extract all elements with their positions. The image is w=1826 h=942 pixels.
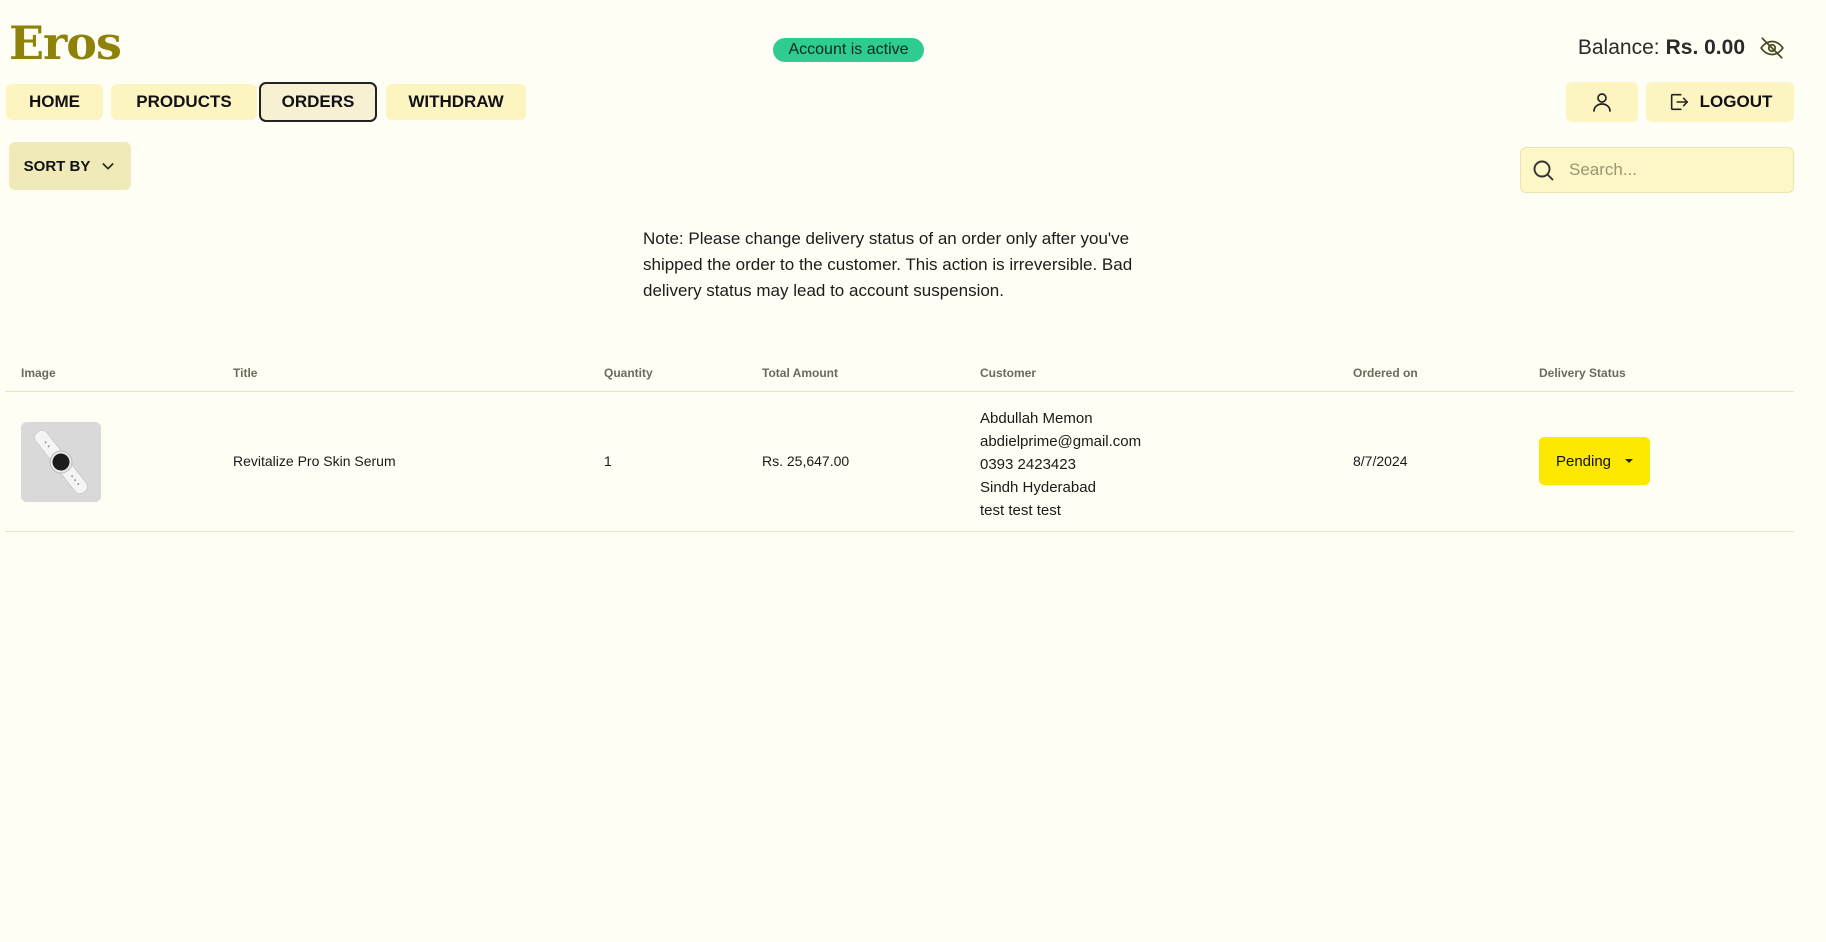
caret-down-icon [1625, 459, 1634, 463]
delivery-status-value: Pending [1555, 452, 1612, 470]
header-title: Title [233, 366, 258, 380]
balance-amount: Rs. 0.00 [1665, 36, 1745, 59]
sort-by-button[interactable]: SORT BY [9, 142, 131, 190]
header-image: Image [21, 366, 56, 380]
header-ordered-on: Ordered on [1353, 366, 1418, 380]
order-quantity: 1 [604, 453, 612, 469]
header-delivery-status: Delivery Status [1539, 366, 1626, 380]
header-customer: Customer [980, 366, 1037, 380]
eye-off-icon[interactable] [1759, 35, 1785, 61]
nav-orders-button[interactable]: ORDERS [259, 82, 377, 122]
order-total: Rs. 25,647.00 [762, 453, 850, 469]
chevron-down-icon [102, 163, 114, 170]
customer-location: Sindh Hyderabad [980, 479, 1096, 496]
customer-address: test test test [980, 502, 1061, 519]
balance-display: Balance: Rs. 0.00 [1578, 35, 1785, 61]
watch-icon [21, 422, 101, 502]
balance-label: Balance: [1577, 36, 1660, 59]
customer-phone: 0393 2423423 [980, 456, 1076, 473]
logout-button[interactable]: LOGOUT [1646, 82, 1794, 122]
order-date: 8/7/2024 [1353, 453, 1408, 469]
nav-withdraw-button[interactable]: WITHDRAW [386, 84, 526, 120]
header-total-amount: Total Amount [762, 366, 838, 380]
nav-products-button[interactable]: PRODUCTS [111, 84, 257, 120]
user-icon [1593, 93, 1611, 112]
search-icon [1533, 160, 1554, 181]
customer-details: Abdullah Memon abdielprime@gmail.com 039… [980, 407, 1141, 522]
nav-home-button[interactable]: HOME [6, 84, 103, 120]
account-status-badge: Account is active [773, 38, 924, 62]
customer-email: abdielprime@gmail.com [980, 433, 1142, 450]
profile-button[interactable] [1566, 82, 1638, 122]
logout-label: LOGOUT [1699, 92, 1773, 111]
logo[interactable]: Eros [9, 20, 122, 66]
customer-name: Abdullah Memon [980, 410, 1093, 427]
delivery-status-dropdown[interactable]: Pending [1539, 437, 1650, 485]
delivery-note: Note: Please change delivery status of a… [643, 229, 1133, 300]
header-quantity: Quantity [604, 366, 653, 380]
logout-icon [1670, 93, 1688, 111]
product-title: Revitalize Pro Skin Serum [233, 453, 396, 469]
search-input[interactable] [1567, 159, 1777, 181]
table-header: Image Title Quantity Total Amount Custom… [5, 360, 1794, 392]
product-image [21, 422, 101, 502]
orders-table: Image Title Quantity Total Amount Custom… [5, 360, 1794, 532]
search-box[interactable] [1520, 147, 1794, 193]
sort-by-label: SORT BY [23, 157, 91, 175]
table-row: Revitalize Pro Skin Serum 1 Rs. 25,647.0… [5, 392, 1794, 532]
